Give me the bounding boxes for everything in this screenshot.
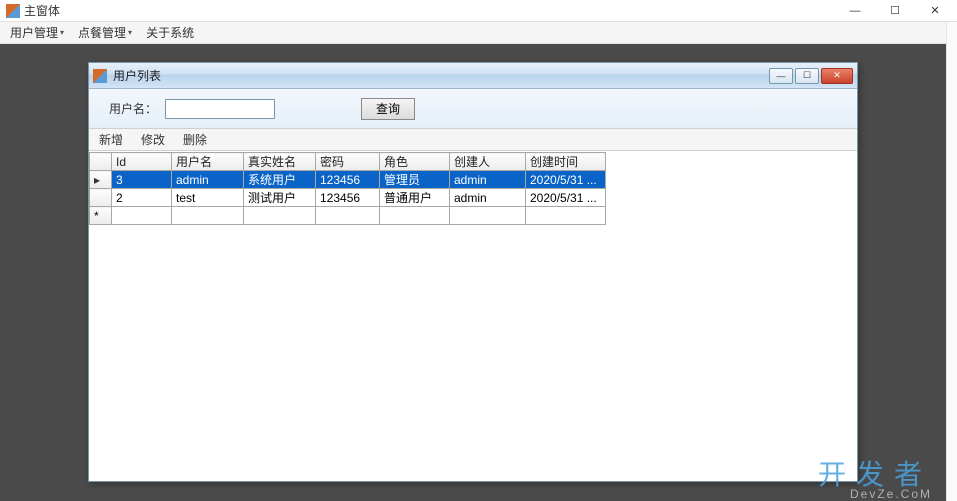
child-window-title: 用户列表: [113, 67, 161, 84]
table-row-new[interactable]: *: [90, 207, 606, 225]
col-password[interactable]: 密码: [316, 153, 380, 171]
add-button[interactable]: 新增: [95, 129, 127, 150]
watermark-sub: DevZe.CoM: [850, 487, 932, 501]
cell-realname[interactable]: [244, 207, 316, 225]
row-marker-new: *: [90, 207, 112, 225]
main-window-titlebar: 主窗体 — ☐ ✕: [0, 0, 957, 22]
search-bar: 用户名： 查询: [89, 89, 857, 129]
right-gutter: [946, 22, 957, 501]
child-close-button[interactable]: ✕: [821, 68, 853, 84]
cell-password[interactable]: [316, 207, 380, 225]
child-maximize-button[interactable]: ☐: [795, 68, 819, 84]
menu-label: 点餐管理: [78, 24, 126, 41]
menu-about-system[interactable]: 关于系统: [140, 22, 200, 43]
row-marker: [90, 189, 112, 207]
cell-creator[interactable]: admin: [450, 189, 526, 207]
col-username[interactable]: 用户名: [172, 153, 244, 171]
grid-body: ▸ 3 admin 系统用户 123456 管理员 admin 2020/5/3…: [90, 171, 606, 225]
menubar: 用户管理 ▾ 点餐管理 ▾ 关于系统: [0, 22, 957, 44]
child-minimize-button[interactable]: —: [769, 68, 793, 84]
cell-role[interactable]: [380, 207, 450, 225]
cell-createtime[interactable]: 2020/5/31 ...: [526, 189, 606, 207]
cell-username[interactable]: admin: [172, 171, 244, 189]
child-window-titlebar[interactable]: 用户列表 — ☐ ✕: [89, 63, 857, 89]
mdi-client-area: 用户列表 — ☐ ✕ 用户名： 查询 新增 修改 删除: [0, 44, 946, 501]
cell-creator[interactable]: [450, 207, 526, 225]
cell-role[interactable]: 普通用户: [380, 189, 450, 207]
row-marker: ▸: [90, 171, 112, 189]
cell-password[interactable]: 123456: [316, 189, 380, 207]
form-icon: [93, 69, 107, 83]
toolbar: 新增 修改 删除: [89, 129, 857, 151]
query-button[interactable]: 查询: [361, 98, 415, 120]
col-realname[interactable]: 真实姓名: [244, 153, 316, 171]
username-input[interactable]: [165, 99, 275, 119]
app-icon: [6, 4, 20, 18]
chevron-down-icon: ▾: [128, 28, 132, 37]
col-id[interactable]: Id: [112, 153, 172, 171]
username-label: 用户名：: [109, 100, 159, 117]
cell-createtime[interactable]: 2020/5/31 ...: [526, 171, 606, 189]
cell-id[interactable]: 2: [112, 189, 172, 207]
menu-order-management[interactable]: 点餐管理 ▾: [72, 22, 138, 43]
col-createtime[interactable]: 创建时间: [526, 153, 606, 171]
col-role[interactable]: 角色: [380, 153, 450, 171]
main-close-button[interactable]: ✕: [915, 0, 955, 22]
user-list-window: 用户列表 — ☐ ✕ 用户名： 查询 新增 修改 删除: [88, 62, 858, 482]
cell-password[interactable]: 123456: [316, 171, 380, 189]
cell-id[interactable]: 3: [112, 171, 172, 189]
table-row[interactable]: 2 test 测试用户 123456 普通用户 admin 2020/5/31 …: [90, 189, 606, 207]
main-window-title: 主窗体: [24, 2, 60, 19]
user-data-grid[interactable]: Id 用户名 真实姓名 密码 角色 创建人 创建时间 ▸ 3 admin 系统用: [89, 152, 606, 225]
menu-label: 用户管理: [10, 24, 58, 41]
cell-role[interactable]: 管理员: [380, 171, 450, 189]
edit-button[interactable]: 修改: [137, 129, 169, 150]
delete-button[interactable]: 删除: [179, 129, 211, 150]
main-maximize-button[interactable]: ☐: [875, 0, 915, 22]
table-row[interactable]: ▸ 3 admin 系统用户 123456 管理员 admin 2020/5/3…: [90, 171, 606, 189]
chevron-down-icon: ▾: [60, 28, 64, 37]
cell-createtime[interactable]: [526, 207, 606, 225]
cell-id[interactable]: [112, 207, 172, 225]
main-minimize-button[interactable]: —: [835, 0, 875, 22]
grid-header-row: Id 用户名 真实姓名 密码 角色 创建人 创建时间: [90, 153, 606, 171]
cell-creator[interactable]: admin: [450, 171, 526, 189]
cell-username[interactable]: test: [172, 189, 244, 207]
data-grid-wrapper[interactable]: Id 用户名 真实姓名 密码 角色 创建人 创建时间 ▸ 3 admin 系统用: [89, 152, 857, 481]
cell-username[interactable]: [172, 207, 244, 225]
col-creator[interactable]: 创建人: [450, 153, 526, 171]
cell-realname[interactable]: 测试用户: [244, 189, 316, 207]
menu-user-management[interactable]: 用户管理 ▾: [4, 22, 70, 43]
cell-realname[interactable]: 系统用户: [244, 171, 316, 189]
menu-label: 关于系统: [146, 24, 194, 41]
row-header-corner: [90, 153, 112, 171]
